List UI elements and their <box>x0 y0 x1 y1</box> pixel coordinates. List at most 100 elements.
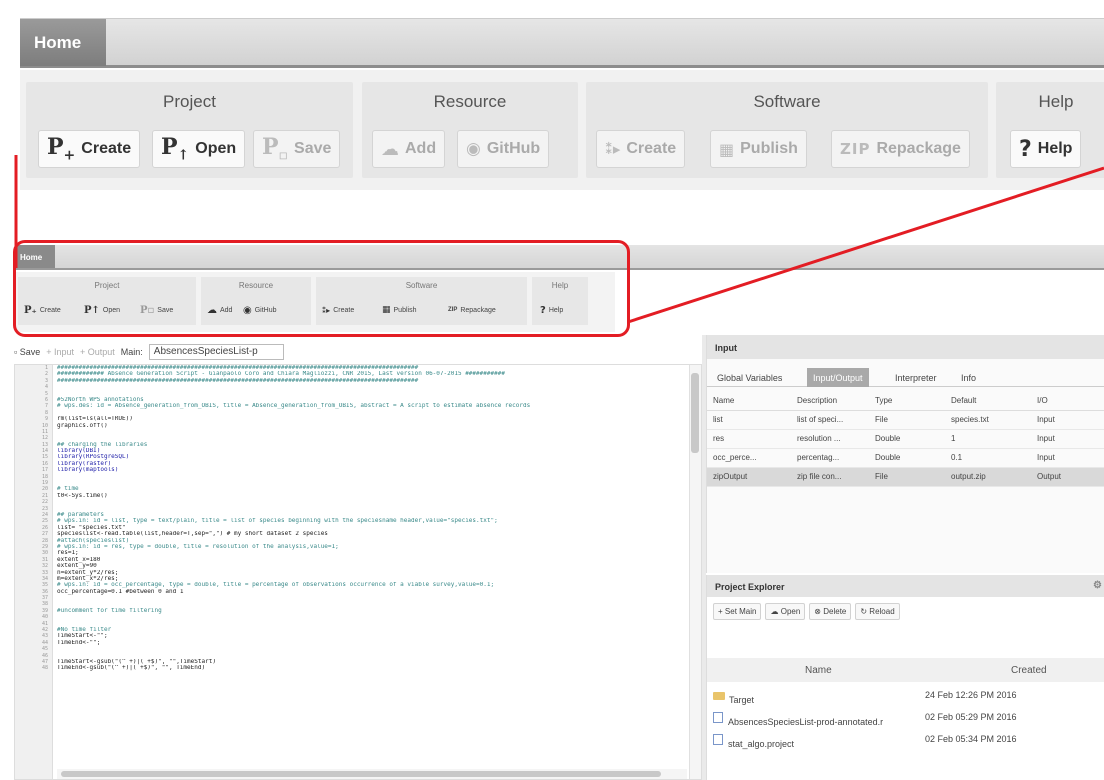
resource-github-button[interactable]: ◉ GitHub <box>457 130 550 168</box>
cell-io: Output <box>1031 467 1104 487</box>
input-panel-title: Input <box>707 335 1104 359</box>
group-title-resource: Resource <box>433 92 507 111</box>
gear-icon[interactable]: ⚙ <box>1093 580 1102 591</box>
io-table: Name Description Type Default I/O list l… <box>707 391 1104 487</box>
item-name: stat_algo.project <box>728 739 795 749</box>
project-create-label: Create <box>81 140 132 157</box>
cell-name: res <box>707 429 791 449</box>
cell-io: Input <box>1031 410 1104 430</box>
line-number-gutter: 1 2 3 4 5 6 7 8 9 10 11 12 13 14 15 16 17 18 19 20 21 22 23 24 2… <box>15 365 53 779</box>
software-create-button[interactable]: ⁑▸ Create <box>596 130 686 168</box>
resource-add-button[interactable]: ☁ Add <box>372 130 446 168</box>
zip-icon: ZIP <box>840 140 871 158</box>
delete-label: Delete <box>823 607 847 616</box>
help-label: Help <box>1037 140 1073 157</box>
vertical-scroll-thumb[interactable] <box>691 373 699 453</box>
editor-save-button[interactable]: ▫ Save <box>14 347 40 357</box>
item-name: AbsencesSpeciesList-prod-annotated.r <box>728 717 884 727</box>
input-panel-tabs: Global Variables Input/Output Interprete… <box>707 365 1104 387</box>
project-explorer-title: Project Explorer <box>715 582 785 592</box>
item-name: Target <box>729 695 755 705</box>
list-item[interactable]: Target 24 Feb 12:26 PM 2016 <box>707 685 1104 705</box>
tab-info[interactable]: Info <box>955 368 982 387</box>
cell-name: zipOutput <box>707 467 791 487</box>
column-type[interactable]: Type <box>869 391 945 411</box>
tab-interpreter[interactable]: Interpreter <box>889 368 943 387</box>
set-main-button[interactable]: + Set Main <box>713 603 762 620</box>
table-row[interactable]: res resolution ... Double 1 Input <box>707 429 1104 449</box>
delete-button[interactable]: ⊗ Delete <box>809 603 852 620</box>
file-icon <box>713 734 723 746</box>
explorer-table-header: Name Created <box>707 658 1104 682</box>
software-publish-button[interactable]: ▦ Publish <box>710 130 807 168</box>
code-editor[interactable]: 1 2 3 4 5 6 7 8 9 10 11 12 13 14 15 16 17 18 19 20 21 22 23 24 2… <box>14 364 702 780</box>
table-row-selected[interactable]: zipOutput zip file con... File output.zi… <box>707 467 1104 487</box>
editor-vertical-scrollbar[interactable] <box>689 365 701 779</box>
project-open-label: Open <box>195 140 237 157</box>
resource-github-label: GitHub <box>486 140 541 157</box>
software-publish-label: Publish <box>740 140 798 157</box>
group-title-software: Software <box>753 92 821 111</box>
reload-icon: ↻ <box>860 607 868 616</box>
column-io[interactable]: I/O <box>1031 391 1104 411</box>
zoomed-ribbon: Home Project P+ Create P↑ Open P▫ Save R… <box>0 0 1104 200</box>
reload-label: Reload <box>869 607 895 616</box>
cell-default: 0.1 <box>945 448 1031 468</box>
tab-global-variables[interactable]: Global Variables <box>711 368 788 387</box>
resource-add-label: Add <box>405 140 437 157</box>
ribbon-group-software: Software ⁑▸ Create ▦ Publish ZIP Repacka… <box>586 82 988 178</box>
cell-description: list of speci... <box>791 410 869 430</box>
software-repackage-button[interactable]: ZIP Repackage <box>831 130 970 168</box>
tab-home[interactable]: Home <box>20 19 106 66</box>
editor-save-label: Save <box>19 347 41 357</box>
ribbon-tab-bar: Home <box>20 18 1104 68</box>
column-name[interactable]: Name <box>805 665 832 676</box>
project-open-button[interactable]: P↑ Open <box>152 130 246 168</box>
reload-button[interactable]: ↻ Reload <box>855 603 900 620</box>
column-description[interactable]: Description <box>791 391 869 411</box>
editor-horizontal-scrollbar[interactable] <box>57 769 687 779</box>
horizontal-scroll-thumb[interactable] <box>61 771 661 777</box>
cell-io: Input <box>1031 448 1104 468</box>
github-icon: ◉ <box>466 139 481 159</box>
ribbon-panel: Project P+ Create P↑ Open P▫ Save Resour… <box>20 70 1104 190</box>
cell-type: Double <box>869 429 945 449</box>
explorer-toolbar: + Set Main ☁ Open ⊗ Delete ↻ Reload <box>713 603 900 620</box>
tab-input-output[interactable]: Input/Output <box>807 368 869 387</box>
cell-type: File <box>869 410 945 430</box>
save-project-icon: P▫ <box>262 134 289 164</box>
software-create-label: Create <box>626 140 677 157</box>
project-explorer-header: Project Explorer ⚙ <box>707 575 1104 597</box>
main-script-field[interactable]: AbsencesSpeciesList-p <box>148 344 284 360</box>
cell-description: zip file con... <box>791 467 869 487</box>
add-input-button[interactable]: + Input <box>46 347 74 357</box>
column-name[interactable]: Name <box>707 391 791 411</box>
group-title-project: Project <box>163 92 216 111</box>
list-item[interactable]: AbsencesSpeciesList-prod-annotated.r 02 … <box>707 707 1104 727</box>
project-save-button[interactable]: P▫ Save <box>253 130 341 168</box>
code-line: TimeEnd<-gsub("(^ +)|( +$)", "", TimeEnd… <box>57 665 206 672</box>
column-default[interactable]: Default <box>945 391 1031 411</box>
open-label: Open <box>780 607 801 616</box>
folder-icon <box>713 691 725 700</box>
ribbon-group-resource: Resource ☁ Add ◉ GitHub <box>362 82 578 178</box>
open-button[interactable]: ☁ Open <box>765 603 806 620</box>
cell-io: Input <box>1031 429 1104 449</box>
software-repackage-label: Repackage <box>876 140 961 157</box>
main-label: Main: <box>120 347 143 357</box>
group-title-help: Help <box>1038 92 1074 111</box>
help-button[interactable]: ? Help <box>1010 130 1082 168</box>
project-save-label: Save <box>294 140 332 157</box>
open-project-icon: P↑ <box>161 134 190 164</box>
cell-type: File <box>869 467 945 487</box>
list-item[interactable]: stat_algo.project 02 Feb 05:34 PM 2016 <box>707 729 1104 749</box>
project-create-button[interactable]: P+ Create <box>38 130 141 168</box>
set-main-label: Set Main <box>724 607 757 616</box>
add-output-button[interactable]: + Output <box>80 347 115 357</box>
column-created[interactable]: Created <box>1011 665 1047 676</box>
cell-default: 1 <box>945 429 1031 449</box>
code-content[interactable]: ########################################… <box>57 365 687 672</box>
table-row[interactable]: occ_perce... percentag... Double 0.1 Inp… <box>707 448 1104 468</box>
cell-name: occ_perce... <box>707 448 791 468</box>
table-row[interactable]: list list of speci... File species.txt I… <box>707 410 1104 430</box>
